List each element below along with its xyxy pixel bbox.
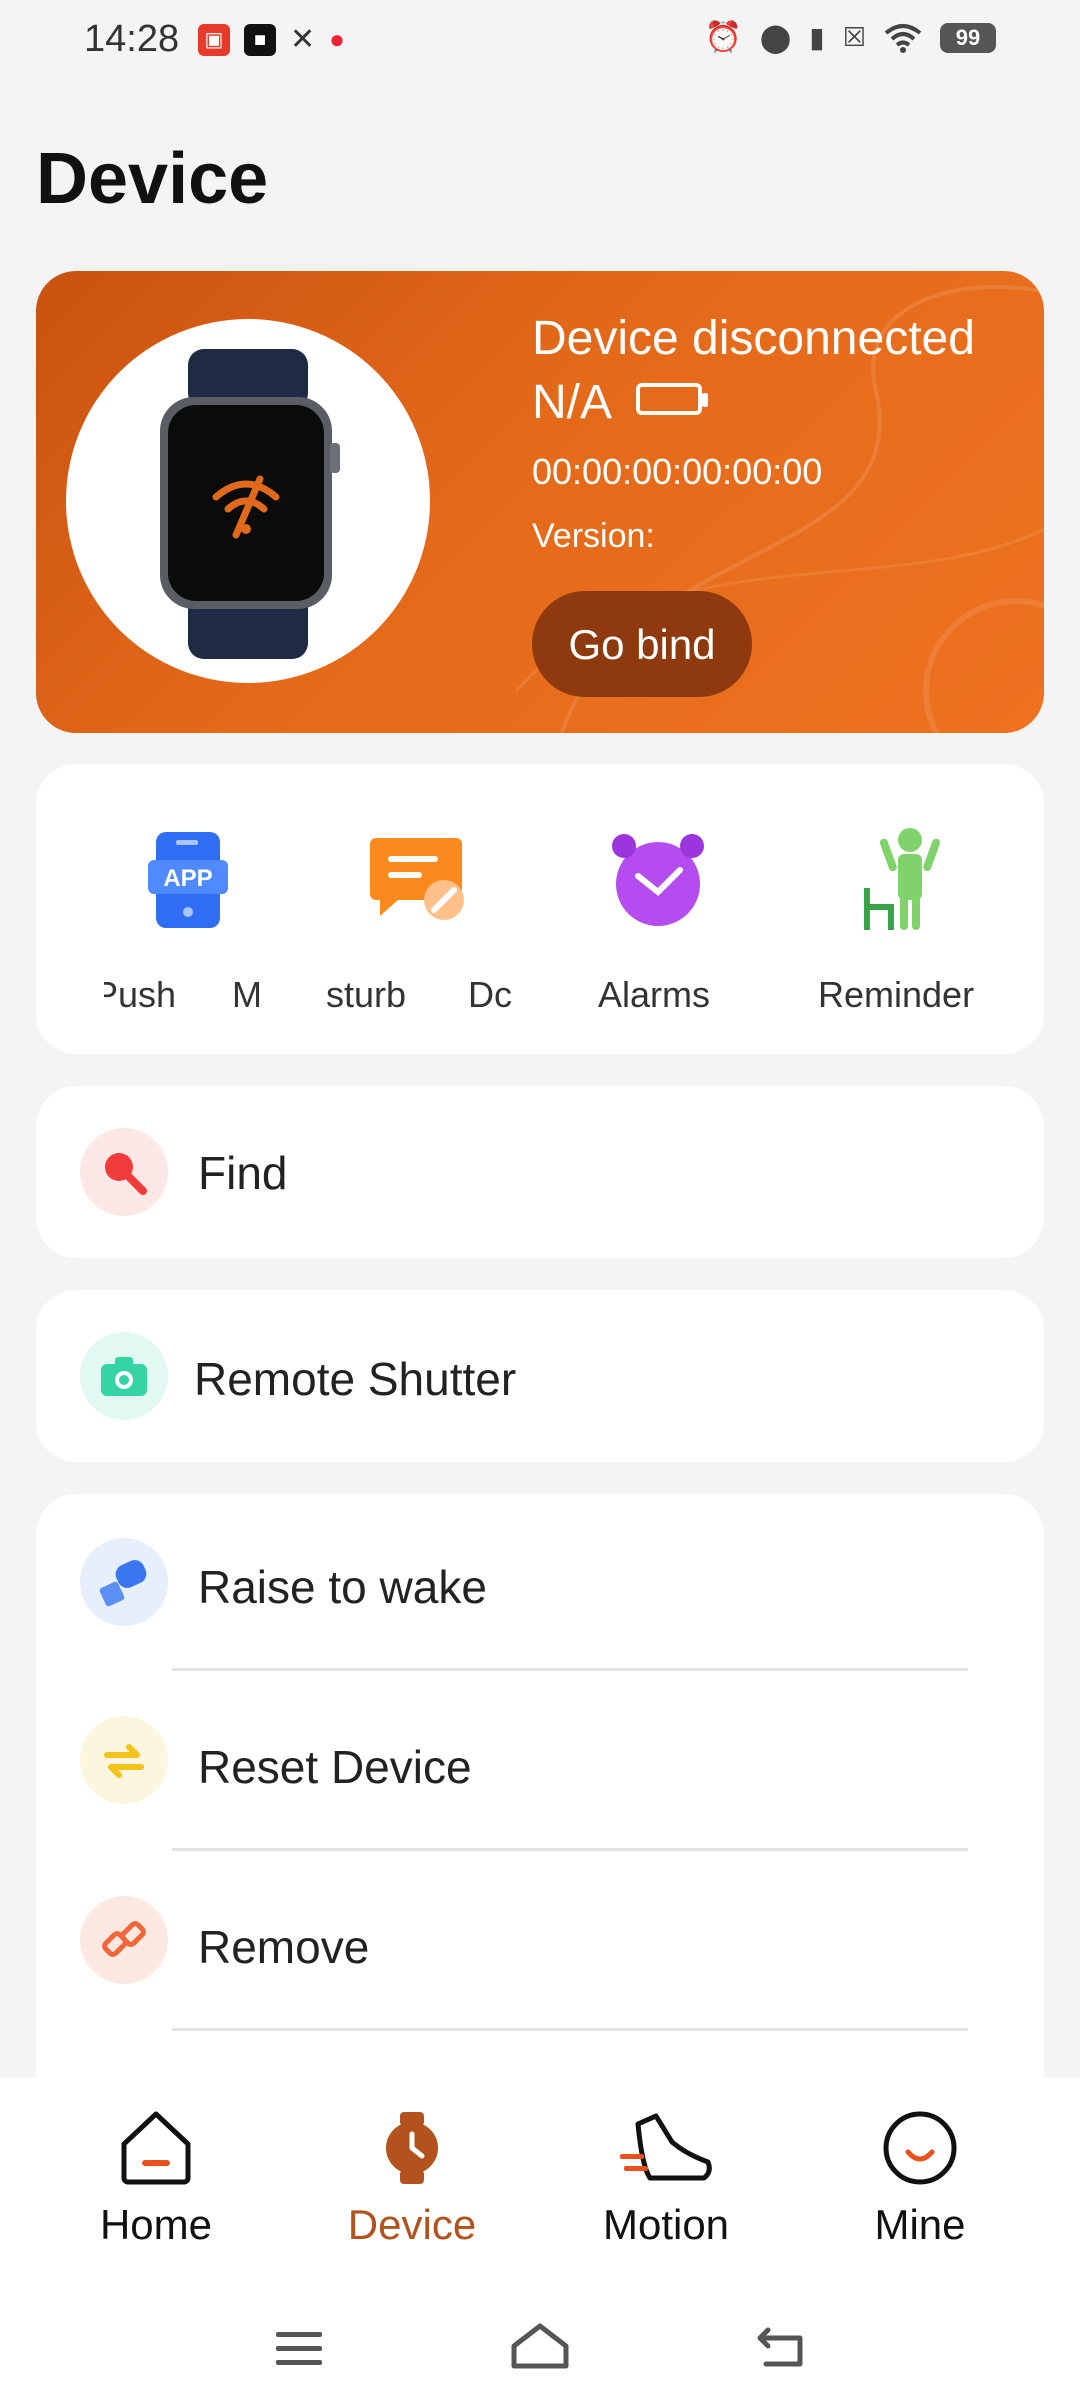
nav-motion-label: Motion bbox=[602, 2201, 730, 2248]
shortcut-dnd-label: sturb bbox=[326, 974, 407, 1015]
nav-mine-label: Mine bbox=[874, 2201, 966, 2248]
reset-device-label: Reset Device bbox=[198, 1741, 472, 1793]
status-bar: 14:28 ▣ ■ ✕ ● ⏰ ⬤ ▮ ☒ 99 bbox=[0, 0, 1080, 84]
sneaker-icon bbox=[620, 2113, 712, 2181]
remove-label: Remove bbox=[198, 1921, 370, 1973]
settings-card: Raise to wake Reset Device Remove bbox=[36, 1494, 1044, 2134]
nav-home-label: Home bbox=[99, 2201, 213, 2248]
nav-home[interactable]: Home bbox=[56, 2108, 256, 2249]
home-icon bbox=[121, 2111, 191, 2185]
find-row[interactable]: Find bbox=[36, 1086, 1044, 1258]
vibrate-icon: ▮ bbox=[809, 22, 825, 53]
do-not-disturb-icon bbox=[370, 838, 464, 920]
nav-motion[interactable]: Motion bbox=[566, 2108, 766, 2249]
connection-status: Device disconnected bbox=[532, 312, 975, 365]
shortcuts-card: APP Push M sturb Dc Alarms Reminder bbox=[36, 764, 1044, 1054]
shortcut-alarms-label: Alarms bbox=[598, 974, 711, 1015]
remote-shutter-row[interactable]: Remote Shutter bbox=[36, 1290, 1044, 1462]
tools-icon: ✕ bbox=[290, 23, 316, 56]
no-sim-icon: ☒ bbox=[842, 22, 866, 52]
find-label: Find bbox=[198, 1147, 288, 1199]
shortcut-push-label: Push bbox=[94, 974, 177, 1015]
status-time: 14:28 bbox=[84, 18, 180, 60]
alarm-icon: ⏰ bbox=[704, 21, 742, 54]
battery-icon: 99 bbox=[940, 22, 996, 53]
alarm-clock-icon bbox=[612, 834, 704, 926]
divider bbox=[172, 2028, 968, 2031]
raise-to-wake-label: Raise to wake bbox=[198, 1561, 487, 1613]
device-version: Version: bbox=[532, 517, 655, 555]
reset-icon bbox=[80, 1716, 168, 1804]
svg-text:APP: APP bbox=[163, 865, 212, 892]
device-battery-icon bbox=[636, 383, 708, 415]
nav-device[interactable]: Device bbox=[312, 2108, 512, 2249]
watch-icon bbox=[386, 2112, 438, 2184]
location-icon: ⬤ bbox=[759, 22, 792, 53]
page-title: Device bbox=[36, 139, 269, 219]
location-pin-icon: ● bbox=[329, 24, 345, 54]
status-right-icons: ⏰ ⬤ ▮ ☒ 99 bbox=[705, 20, 996, 55]
device-battery-text: N/A bbox=[532, 376, 613, 429]
remove-link-icon bbox=[80, 1896, 168, 1984]
wifi-icon bbox=[884, 23, 922, 53]
shortcut-clipped-m: M bbox=[232, 974, 262, 1015]
divider bbox=[172, 1848, 968, 1851]
profile-icon bbox=[883, 2111, 957, 2185]
raise-wrist-icon bbox=[80, 1538, 168, 1626]
remote-shutter-label: Remote Shutter bbox=[194, 1353, 517, 1405]
sedentary-reminder-icon bbox=[864, 828, 941, 930]
status-left-icons: ▣ ■ ✕ ● bbox=[198, 22, 345, 57]
system-nav bbox=[0, 2298, 1080, 2408]
watch-image-icon bbox=[160, 349, 340, 659]
nav-mine[interactable]: Mine bbox=[820, 2108, 1020, 2249]
news-app-icon: ▣ bbox=[198, 23, 230, 56]
shortcut-reminder-label: Reminder bbox=[818, 974, 975, 1015]
go-bind-button[interactable]: Go bind bbox=[532, 591, 752, 697]
bottom-nav: Home Device Motion Mine bbox=[0, 2078, 1080, 2298]
home-key-icon[interactable] bbox=[508, 2320, 572, 2374]
shortcut-clipped-dc: Dc bbox=[468, 974, 512, 1015]
camera-icon bbox=[80, 1332, 168, 1420]
device-mac-address: 00:00:00:00:00:00 bbox=[532, 451, 823, 492]
device-card: Device disconnected N/A 00:00:00:00:00:0… bbox=[36, 271, 1044, 733]
app-icon: ■ bbox=[244, 23, 276, 56]
device-image bbox=[66, 319, 430, 683]
search-icon bbox=[80, 1128, 168, 1216]
app-push-icon: APP bbox=[148, 832, 228, 928]
back-icon[interactable] bbox=[754, 2322, 810, 2372]
divider bbox=[172, 1668, 968, 1671]
menu-icon[interactable] bbox=[272, 2324, 328, 2374]
nav-device-label: Device bbox=[347, 2201, 477, 2248]
